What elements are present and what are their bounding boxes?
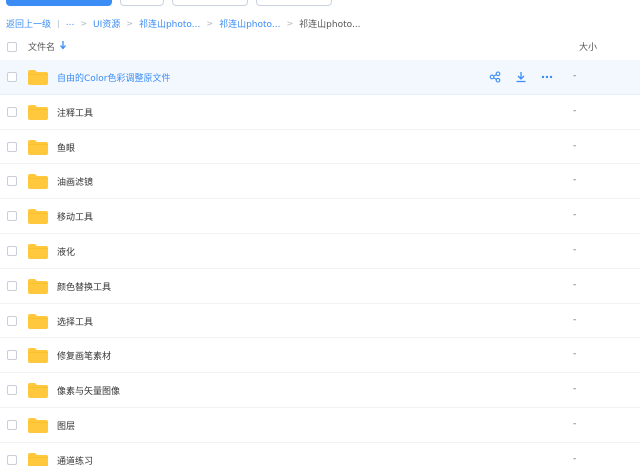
chevron-right-icon: > xyxy=(80,18,88,28)
file-size: - xyxy=(573,418,577,429)
file-size: - xyxy=(573,349,577,360)
file-size: - xyxy=(573,453,577,464)
table-row[interactable]: 像素与矢量图像 - xyxy=(0,373,640,408)
file-size: - xyxy=(573,210,577,221)
folder-icon xyxy=(28,209,48,225)
sort-down-arrow-icon[interactable] xyxy=(59,40,67,53)
breadcrumb-ellipsis[interactable]: ... xyxy=(66,18,75,28)
toolbar-button-4[interactable] xyxy=(256,0,332,6)
file-size: - xyxy=(573,279,577,290)
table-row[interactable]: 通道练习 - xyxy=(0,443,640,466)
chevron-right-icon: > xyxy=(206,18,214,28)
share-icon[interactable] xyxy=(487,69,503,85)
chevron-right-icon: > xyxy=(286,18,294,28)
file-name[interactable]: 移动工具 xyxy=(57,210,93,223)
file-name[interactable]: 通道练习 xyxy=(57,454,93,466)
file-name[interactable]: 液化 xyxy=(57,245,75,258)
folder-icon xyxy=(28,278,48,294)
file-name[interactable]: 像素与矢量图像 xyxy=(57,384,120,397)
upload-button[interactable] xyxy=(6,0,112,6)
file-list-header: 文件名 大小 xyxy=(0,36,640,58)
file-size: - xyxy=(573,140,577,151)
name-column-label: 文件名 xyxy=(28,43,56,53)
row-checkbox[interactable] xyxy=(7,106,17,117)
file-name[interactable]: 修复画笔素材 xyxy=(57,349,111,362)
breadcrumb-item[interactable]: 祁连山photo... xyxy=(219,17,280,30)
file-name[interactable]: 自由的Color色彩调整原文件 xyxy=(57,71,171,84)
folder-icon xyxy=(28,70,48,85)
size-column-header[interactable]: 大小 xyxy=(579,40,597,53)
file-name[interactable]: 选择工具 xyxy=(57,315,93,328)
file-size: - xyxy=(573,105,577,116)
toolbar xyxy=(0,0,640,8)
name-column-header[interactable]: 文件名 xyxy=(28,40,67,53)
folder-icon xyxy=(28,383,48,399)
folder-icon xyxy=(28,104,48,120)
breadcrumb-separator: | xyxy=(57,18,60,28)
table-row[interactable]: 选择工具 - xyxy=(0,304,640,339)
breadcrumb-item[interactable]: UI资源 xyxy=(93,17,120,30)
select-all-checkbox[interactable] xyxy=(7,42,17,52)
breadcrumb-item[interactable]: 祁连山photo... xyxy=(139,17,200,30)
row-checkbox[interactable] xyxy=(7,72,17,82)
download-icon[interactable] xyxy=(513,69,529,85)
row-checkbox[interactable] xyxy=(7,385,17,396)
file-size: - xyxy=(573,384,577,395)
file-size: - xyxy=(573,175,577,186)
table-row[interactable]: 颜色替换工具 - xyxy=(0,269,640,304)
row-checkbox[interactable] xyxy=(7,350,17,361)
file-name[interactable]: 油画滤镜 xyxy=(57,175,93,188)
folder-icon xyxy=(28,313,48,329)
table-row[interactable]: 图层 - xyxy=(0,408,640,443)
folder-icon xyxy=(28,174,48,190)
row-checkbox[interactable] xyxy=(7,280,17,291)
folder-icon xyxy=(28,243,48,259)
folder-icon xyxy=(28,348,48,364)
row-checkbox[interactable] xyxy=(7,454,17,465)
file-size: - xyxy=(573,244,577,255)
chevron-right-icon: > xyxy=(126,18,133,28)
toolbar-button-2[interactable] xyxy=(120,0,164,6)
breadcrumb: 返回上一级 | ... > UI资源 > 祁连山photo... > 祁连山ph… xyxy=(6,16,361,30)
breadcrumb-current: 祁连山photo... xyxy=(299,19,361,30)
table-row[interactable]: 自由的Color色彩调整原文件 - xyxy=(0,60,640,95)
table-row[interactable]: 鱼眼 - xyxy=(0,130,640,165)
file-name[interactable]: 图层 xyxy=(57,419,75,432)
folder-icon xyxy=(28,417,48,433)
file-name[interactable]: 注释工具 xyxy=(57,106,93,119)
file-list: 自由的Color色彩调整原文件 - 注释工具 - 鱼眼 - 油画滤镜 - 移动工… xyxy=(0,60,640,466)
row-checkbox[interactable] xyxy=(7,315,17,326)
table-row[interactable]: 油画滤镜 - xyxy=(0,164,640,200)
folder-icon xyxy=(28,452,48,466)
row-checkbox[interactable] xyxy=(7,419,17,430)
row-checkbox[interactable] xyxy=(7,141,17,152)
toolbar-button-3[interactable] xyxy=(172,0,248,6)
row-checkbox[interactable] xyxy=(7,211,17,222)
file-size: - xyxy=(573,314,577,325)
row-checkbox[interactable] xyxy=(7,245,17,256)
row-checkbox[interactable] xyxy=(7,176,17,187)
table-row[interactable]: 修复画笔素材 - xyxy=(0,338,640,374)
back-link[interactable]: 返回上一级 xyxy=(6,17,51,30)
table-row[interactable]: 移动工具 - xyxy=(0,199,640,234)
row-actions xyxy=(487,69,555,85)
file-name[interactable]: 鱼眼 xyxy=(57,141,75,154)
file-size: - xyxy=(573,71,577,81)
folder-icon xyxy=(28,139,48,155)
table-row[interactable]: 液化 - xyxy=(0,234,640,269)
file-name[interactable]: 颜色替换工具 xyxy=(57,280,111,293)
more-icon[interactable] xyxy=(539,69,555,85)
table-row[interactable]: 注释工具 - xyxy=(0,95,640,130)
